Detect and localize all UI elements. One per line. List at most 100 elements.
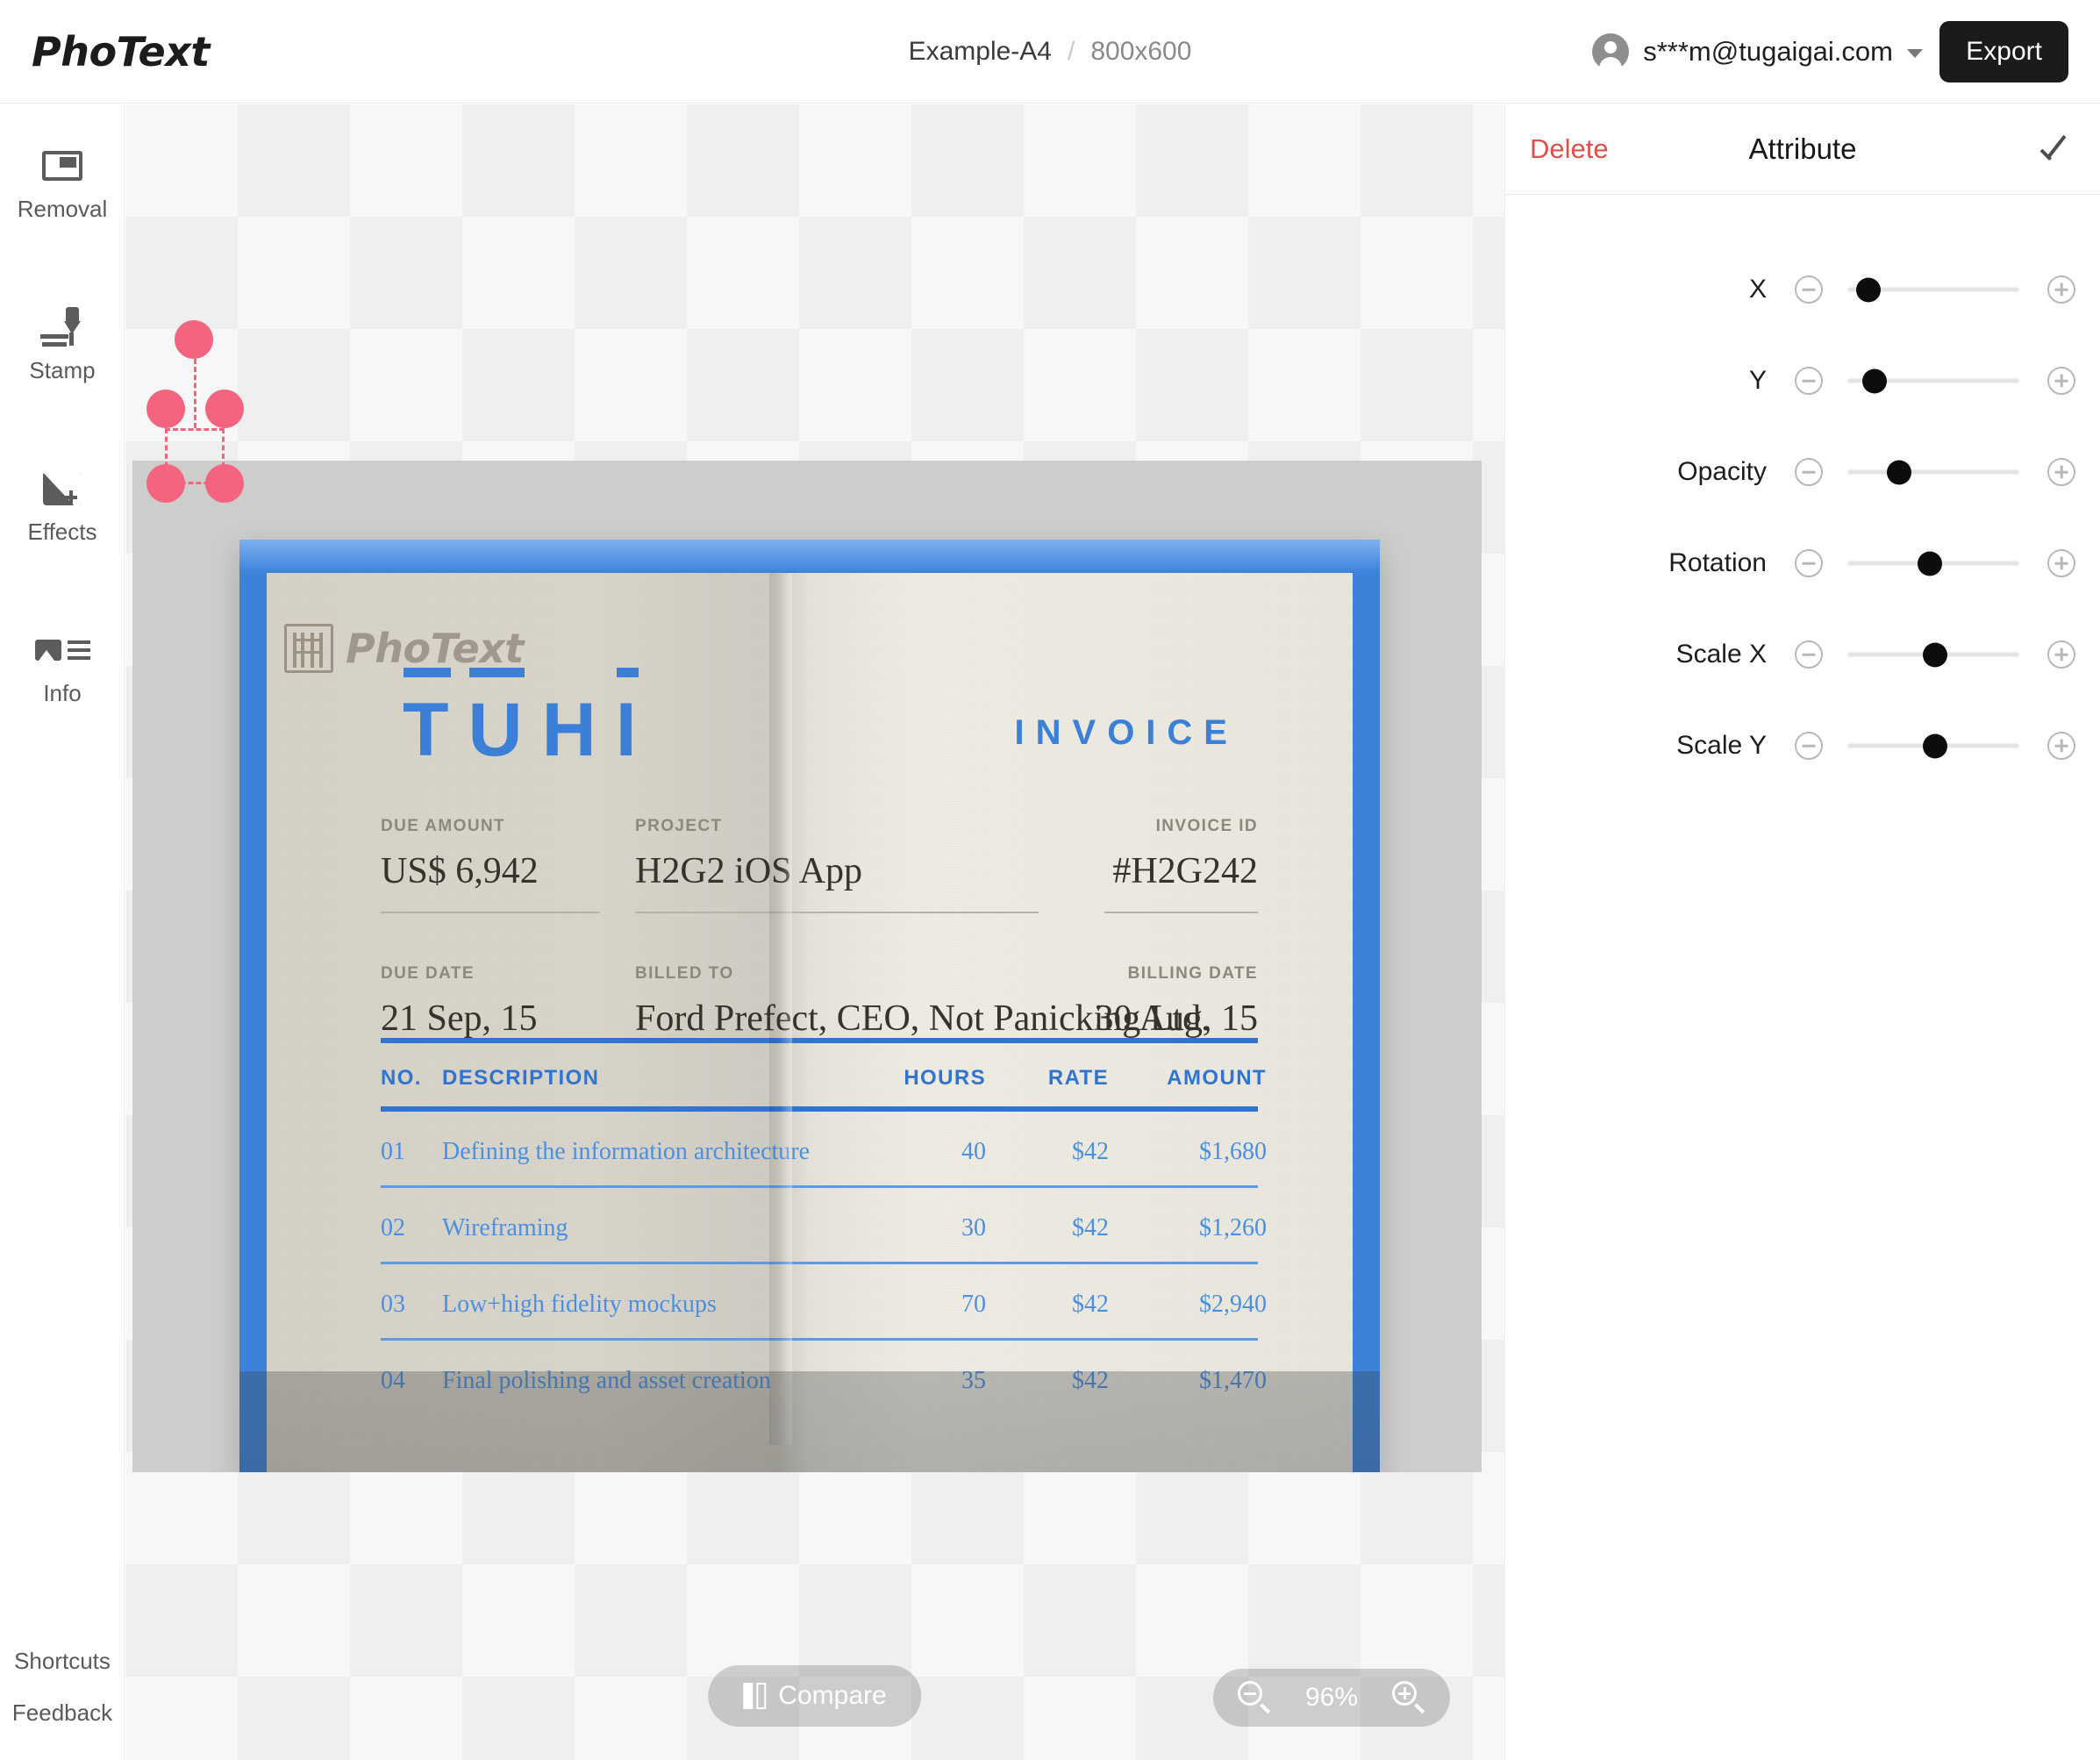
table-row: 01 Defining the information architecture…	[381, 1112, 1267, 1185]
invoice-document-image: TUHI INVOICE DUE AMOUNT US$ 6,942 PROJEC…	[239, 540, 1380, 1472]
table-row: 02 Wireframing 30 $42 $1,260	[381, 1188, 1267, 1262]
stamp-overlay-object[interactable]: PhoText	[284, 624, 524, 673]
table-row: 04 Final polishing and asset creation 35…	[381, 1341, 1267, 1414]
decrement-scale-y-button[interactable]	[1795, 732, 1823, 760]
slider-thumb-opacity[interactable]	[1886, 460, 1911, 484]
invoice-title: INVOICE	[1014, 713, 1239, 752]
slider-thumb-y[interactable]	[1862, 368, 1888, 393]
table-row: 03 Low+high fidelity mockups 70 $42 $2,9…	[381, 1264, 1267, 1338]
cell-desc: Final polishing and asset creation	[442, 1367, 771, 1394]
sidebar-item-label-info: Info	[43, 680, 82, 706]
brand-letter-i: I	[615, 668, 656, 772]
cell-hours: 40	[961, 1138, 986, 1165]
resize-handle-top-left[interactable]	[146, 390, 185, 428]
check-icon[interactable]	[2039, 132, 2074, 167]
slider-thumb-scale-x[interactable]	[1922, 642, 1947, 667]
slider-thumb-rotation[interactable]	[1918, 551, 1943, 576]
brand-letter-h: H	[541, 688, 616, 772]
meta-value: #H2G242	[1112, 851, 1258, 891]
image-plate[interactable]: TUHI INVOICE DUE AMOUNT US$ 6,942 PROJEC…	[132, 461, 1482, 1472]
meta-project: PROJECT H2G2 iOS App	[635, 817, 862, 892]
cell-hours: 30	[961, 1214, 986, 1241]
slider-label-x: X	[1748, 275, 1767, 304]
meta-value: US$ 6,942	[381, 851, 539, 891]
chevron-down-icon	[1907, 48, 1923, 58]
document-dimensions: 800x600	[1090, 36, 1192, 66]
slider-label-opacity: Opacity	[1677, 457, 1767, 486]
zoom-in-button[interactable]	[1392, 1681, 1425, 1714]
rotate-handle[interactable]	[175, 320, 213, 359]
slider-track-y[interactable]	[1847, 368, 2019, 393]
slider-label-y: Y	[1748, 366, 1767, 395]
brand-letter-u: U	[468, 668, 542, 772]
cell-rate: $42	[1072, 1138, 1109, 1165]
cell-amount: $1,470	[1199, 1367, 1267, 1394]
decrement-x-button[interactable]	[1795, 275, 1823, 304]
slider-thumb-x[interactable]	[1855, 277, 1881, 302]
invoice-table-header: NO. DESCRIPTION HOURS RATE AMOUNT	[381, 1043, 1266, 1106]
slider-label-scale-x: Scale X	[1675, 640, 1767, 669]
meta-key: INVOICE ID	[1155, 817, 1258, 835]
slider-track-opacity[interactable]	[1847, 460, 2019, 484]
resize-handle-top-right[interactable]	[205, 390, 244, 428]
invoice-table: NO. DESCRIPTION HOURS RATE AMOUNT 01 Def…	[381, 1038, 1267, 1414]
sidebar-item-label-removal: Removal	[17, 196, 108, 222]
meta-key: DUE DATE	[381, 964, 475, 983]
slider-thumb-scale-y[interactable]	[1922, 733, 1947, 758]
decrement-opacity-button[interactable]	[1795, 458, 1823, 486]
slider-track-rotation[interactable]	[1847, 551, 2019, 576]
col-rate: RATE	[1047, 1066, 1109, 1090]
slider-label-scale-y: Scale Y	[1676, 731, 1767, 760]
decrement-y-button[interactable]	[1795, 367, 1823, 395]
zoom-out-button[interactable]	[1238, 1681, 1271, 1714]
account-email: s***m@tugaigai.com	[1643, 35, 1893, 67]
sidebar-item-stamp[interactable]: Stamp	[0, 304, 125, 384]
export-button[interactable]: Export	[1939, 20, 2068, 82]
zoom-level-label: 96%	[1304, 1683, 1359, 1712]
sidebar-item-effects[interactable]: Effects	[0, 466, 125, 546]
document-name: Example-A4	[908, 36, 1052, 66]
feedback-link[interactable]: Feedback	[0, 1687, 125, 1739]
slider-row-x: X	[1505, 244, 2100, 335]
sidebar-item-removal[interactable]: Removal	[0, 143, 125, 223]
app-header: PhoText Example-A4 / 800x600 s***m@tugai…	[0, 0, 2100, 104]
shortcuts-link[interactable]: Shortcuts	[0, 1635, 125, 1687]
meta-value: 30 Aug, 15	[1095, 998, 1258, 1039]
decrement-rotation-button[interactable]	[1795, 549, 1823, 577]
col-no: NO.	[381, 1066, 422, 1090]
increment-y-button[interactable]	[2047, 367, 2075, 395]
attribute-panel-header: Delete Attribute	[1505, 104, 2100, 195]
compare-button[interactable]: Compare	[708, 1665, 922, 1727]
slider-track-scale-y[interactable]	[1847, 733, 2019, 758]
cell-desc: Low+high fidelity mockups	[442, 1291, 717, 1318]
slider-row-opacity: Opacity	[1505, 426, 2100, 518]
sidebar-item-info[interactable]: Info	[0, 627, 125, 707]
account-menu[interactable]: s***m@tugaigai.com	[1592, 32, 1923, 70]
increment-rotation-button[interactable]	[2047, 549, 2075, 577]
cell-hours: 35	[961, 1367, 986, 1394]
meta-due-amount: DUE AMOUNT US$ 6,942	[381, 817, 539, 892]
slider-track-scale-x[interactable]	[1847, 642, 2019, 667]
increment-scale-y-button[interactable]	[2047, 732, 2075, 760]
slider-label-rotation: Rotation	[1668, 548, 1767, 577]
decrement-scale-x-button[interactable]	[1795, 640, 1823, 669]
compare-label: Compare	[778, 1681, 887, 1710]
sidebar-bottom-links: Shortcuts Feedback	[0, 1635, 125, 1739]
invoice-content: TUHI INVOICE DUE AMOUNT US$ 6,942 PROJEC…	[267, 573, 1353, 1472]
increment-opacity-button[interactable]	[2047, 458, 2075, 486]
meta-key: PROJECT	[635, 817, 723, 835]
attribute-panel-title: Attribute	[1748, 132, 1857, 165]
document-meta: Example-A4 / 800x600	[909, 37, 1192, 67]
delete-button[interactable]: Delete	[1530, 133, 1609, 165]
meta-invoice-id: INVOICE ID #H2G242	[1112, 817, 1258, 892]
resize-handle-bottom-right[interactable]	[205, 464, 244, 503]
slider-row-rotation: Rotation	[1505, 518, 2100, 609]
compare-icon	[743, 1683, 767, 1709]
increment-scale-x-button[interactable]	[2047, 640, 2075, 669]
slider-track-x[interactable]	[1847, 277, 2019, 302]
invoice-brand: TUHI	[403, 668, 656, 774]
editor-canvas[interactable]: TUHI INVOICE DUE AMOUNT US$ 6,942 PROJEC…	[125, 104, 1504, 1760]
slider-row-scale-x: Scale X	[1505, 609, 2100, 700]
increment-x-button[interactable]	[2047, 275, 2075, 304]
resize-handle-bottom-left[interactable]	[146, 464, 185, 503]
